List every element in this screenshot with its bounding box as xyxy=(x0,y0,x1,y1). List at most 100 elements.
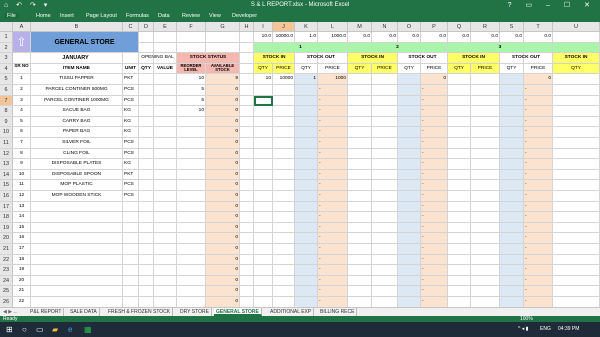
grid-cell[interactable] xyxy=(295,148,318,160)
column-header-g[interactable]: G xyxy=(206,22,240,32)
reorder-cell[interactable] xyxy=(177,201,206,213)
grid-cell[interactable] xyxy=(139,95,154,107)
tab-developer[interactable]: Developer xyxy=(232,13,257,19)
price-dash-cell[interactable]: - xyxy=(318,159,348,170)
grid-cell[interactable] xyxy=(553,127,600,138)
price-dash-cell[interactable]: - xyxy=(421,201,448,213)
row-header-2[interactable]: 2 xyxy=(0,42,13,54)
price-dash-cell[interactable]: - xyxy=(421,95,448,107)
reorder-cell[interactable]: 10 xyxy=(177,74,206,85)
grid-cell[interactable] xyxy=(139,275,154,287)
grid-cell[interactable] xyxy=(273,116,295,128)
price-dash-cell[interactable]: - xyxy=(421,297,448,308)
grid-cell[interactable] xyxy=(154,201,177,213)
column-header-c[interactable]: C xyxy=(123,22,139,32)
search-icon[interactable]: ○ xyxy=(22,325,27,334)
grid-cell[interactable] xyxy=(553,138,600,149)
item-name-cell[interactable] xyxy=(31,275,123,287)
grid-cell[interactable] xyxy=(372,180,398,191)
grid-cell[interactable] xyxy=(348,297,372,308)
price-dash-cell[interactable]: - xyxy=(421,106,448,117)
unit-cell[interactable]: PCS xyxy=(123,85,139,96)
grid-cell[interactable] xyxy=(500,116,524,128)
grid-cell[interactable] xyxy=(254,265,273,276)
grid-cell[interactable] xyxy=(254,297,273,308)
grid-cell[interactable] xyxy=(240,138,254,149)
available-stock-cell[interactable]: 0 xyxy=(206,297,240,308)
grid-cell[interactable] xyxy=(240,191,254,202)
grid-cell[interactable] xyxy=(398,286,421,297)
grid-cell[interactable] xyxy=(500,169,524,181)
price-dash-cell[interactable]: - xyxy=(318,169,348,181)
sheet-tab-additional-exp[interactable]: ADDITIONAL EXP xyxy=(268,308,315,316)
available-stock-cell[interactable]: 9 xyxy=(206,74,240,85)
grid-cell[interactable] xyxy=(553,32,600,43)
grid-cell[interactable] xyxy=(348,116,372,128)
column-header-l[interactable]: L xyxy=(318,22,348,32)
grid-cell[interactable] xyxy=(553,74,600,85)
reorder-cell[interactable]: 10 xyxy=(177,106,206,117)
grid-cell[interactable] xyxy=(348,254,372,266)
grid-cell[interactable] xyxy=(553,148,600,160)
grid-cell[interactable] xyxy=(448,191,471,202)
reorder-cell[interactable] xyxy=(177,191,206,202)
grid-cell[interactable] xyxy=(240,74,254,85)
grid-cell[interactable] xyxy=(206,32,240,43)
unit-cell[interactable]: PCS xyxy=(123,138,139,149)
grid-cell[interactable] xyxy=(553,233,600,244)
grid-cell[interactable] xyxy=(448,85,471,96)
grid-cell[interactable] xyxy=(240,286,254,297)
grid-cell[interactable] xyxy=(500,191,524,202)
grid-cell[interactable] xyxy=(448,201,471,213)
grid-cell[interactable] xyxy=(240,201,254,213)
available-stock-cell[interactable]: 0 xyxy=(206,222,240,234)
grid-cell[interactable] xyxy=(240,254,254,266)
price-dash-cell[interactable]: - xyxy=(318,127,348,138)
available-stock-cell[interactable]: 0 xyxy=(206,106,240,117)
column-header-t[interactable]: T xyxy=(524,22,553,32)
grid-cell[interactable] xyxy=(553,244,600,255)
price-dash-cell[interactable]: - xyxy=(524,222,553,234)
row-header-18[interactable]: 18 xyxy=(0,212,13,223)
grid-cell[interactable] xyxy=(348,169,372,181)
grid-cell[interactable] xyxy=(471,127,500,138)
window-controls[interactable]: ? ▭ – ☐ ✕ xyxy=(508,1,596,9)
reorder-cell[interactable] xyxy=(177,286,206,297)
grid-cell[interactable] xyxy=(154,127,177,138)
grid-cell[interactable] xyxy=(348,275,372,287)
sheet-tab-dry-store[interactable]: DRY STORE xyxy=(178,308,212,316)
grid-cell[interactable] xyxy=(273,127,295,138)
grid-cell[interactable] xyxy=(240,275,254,287)
grid-cell[interactable] xyxy=(240,116,254,128)
sr-no-cell[interactable]: 22 xyxy=(13,297,31,308)
grid-cell[interactable] xyxy=(553,275,600,287)
price-dash-cell[interactable]: - xyxy=(318,180,348,191)
sr-no-cell[interactable]: 5 xyxy=(13,116,31,128)
grid-cell[interactable] xyxy=(254,127,273,138)
price-dash-cell[interactable]: - xyxy=(421,286,448,297)
sr-no-cell[interactable]: 3 xyxy=(13,95,31,107)
grid-cell[interactable] xyxy=(553,106,600,117)
grid-cell[interactable] xyxy=(295,191,318,202)
grid-cell[interactable] xyxy=(254,169,273,181)
grid-cell[interactable] xyxy=(448,254,471,266)
grid-cell[interactable] xyxy=(295,222,318,234)
sr-no-cell[interactable]: 10 xyxy=(13,169,31,181)
grid-cell[interactable] xyxy=(398,159,421,170)
price-dash-cell[interactable]: - xyxy=(524,244,553,255)
grid-cell[interactable] xyxy=(139,159,154,170)
grid-cell[interactable] xyxy=(348,74,372,85)
grid-cell[interactable] xyxy=(254,212,273,223)
grid-cell[interactable] xyxy=(553,286,600,297)
grid-cell[interactable] xyxy=(448,286,471,297)
grid-cell[interactable] xyxy=(372,106,398,117)
grid-cell[interactable] xyxy=(448,95,471,107)
grid-cell[interactable] xyxy=(154,180,177,191)
grid-cell[interactable] xyxy=(154,222,177,234)
item-name-cell[interactable]: SILVER FOIL xyxy=(31,138,123,149)
sr-no-cell[interactable]: 14 xyxy=(13,212,31,223)
grid-cell[interactable] xyxy=(372,286,398,297)
grid-cell[interactable] xyxy=(448,180,471,191)
price-dash-cell[interactable]: - xyxy=(318,265,348,276)
grid-cell[interactable] xyxy=(154,138,177,149)
